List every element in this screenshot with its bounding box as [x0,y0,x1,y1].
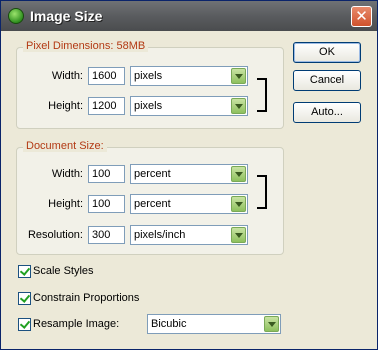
resample-method-select[interactable]: Bicubic [147,314,281,334]
doc-width-label: Width: [51,168,83,180]
constrain-proportions-label[interactable]: Constrain Proportions [33,292,139,304]
doc-width-unit-value: percent [134,168,171,180]
pixel-width-unit-value: pixels [134,70,163,82]
pixel-dimensions-legend: Pixel Dimensions: 58MB [23,40,149,52]
document-size-group: Document Size: Width: 100 percent Height… [16,140,284,255]
pixel-height-label: Height: [48,100,83,112]
doc-width-unit-select[interactable]: percent [130,164,248,184]
resample-image-checkbox[interactable] [18,318,31,331]
image-size-dialog: Image Size ✕ Pixel Dimensions: 58MB Widt… [0,0,378,350]
scale-styles-label[interactable]: Scale Styles [33,265,94,277]
pixel-height-input[interactable]: 1200 [88,97,125,115]
chevron-down-icon[interactable] [231,98,246,114]
doc-height-label: Height: [48,198,83,210]
chevron-down-icon[interactable] [264,316,279,332]
auto-button[interactable]: Auto... [293,102,361,123]
chevron-down-icon[interactable] [231,68,246,84]
pixel-dimensions-size: 58MB [116,40,146,52]
scale-styles-checkbox[interactable] [18,265,31,278]
ok-button[interactable]: OK [293,42,361,63]
chevron-down-icon[interactable] [231,166,246,182]
pixel-height-unit-select[interactable]: pixels [130,96,248,116]
title-bar[interactable]: Image Size ✕ [1,1,377,31]
chevron-down-icon[interactable] [231,227,246,243]
resolution-unit-value: pixels/inch [134,229,186,241]
window-title: Image Size [30,8,103,24]
pixel-width-label: Width: [51,70,83,82]
doc-height-unit-select[interactable]: percent [130,194,248,214]
pixel-height-unit-value: pixels [134,100,163,112]
pixel-width-input[interactable]: 1600 [88,67,125,85]
pixel-width-unit-select[interactable]: pixels [130,66,248,86]
document-size-legend: Document Size: [23,140,107,152]
resample-image-label[interactable]: Resample Image: [33,318,119,330]
constrain-proportions-checkbox[interactable] [18,292,31,305]
close-icon: ✕ [355,7,368,25]
constrain-link-bracket [257,78,267,112]
doc-width-input[interactable]: 100 [88,165,125,183]
resolution-input[interactable]: 300 [88,226,125,244]
cancel-button[interactable]: Cancel [293,70,361,91]
doc-height-unit-value: percent [134,198,171,210]
resolution-label: Resolution: [27,229,83,241]
doc-height-input[interactable]: 100 [88,195,125,213]
constrain-link-bracket [257,175,267,209]
resolution-unit-select[interactable]: pixels/inch [130,225,248,245]
pixel-dimensions-group: Pixel Dimensions: 58MB Width: 1600 pixel… [16,40,284,129]
app-icon [8,8,24,24]
close-button[interactable]: ✕ [351,6,372,27]
resample-method-value: Bicubic [151,318,187,330]
chevron-down-icon[interactable] [231,196,246,212]
